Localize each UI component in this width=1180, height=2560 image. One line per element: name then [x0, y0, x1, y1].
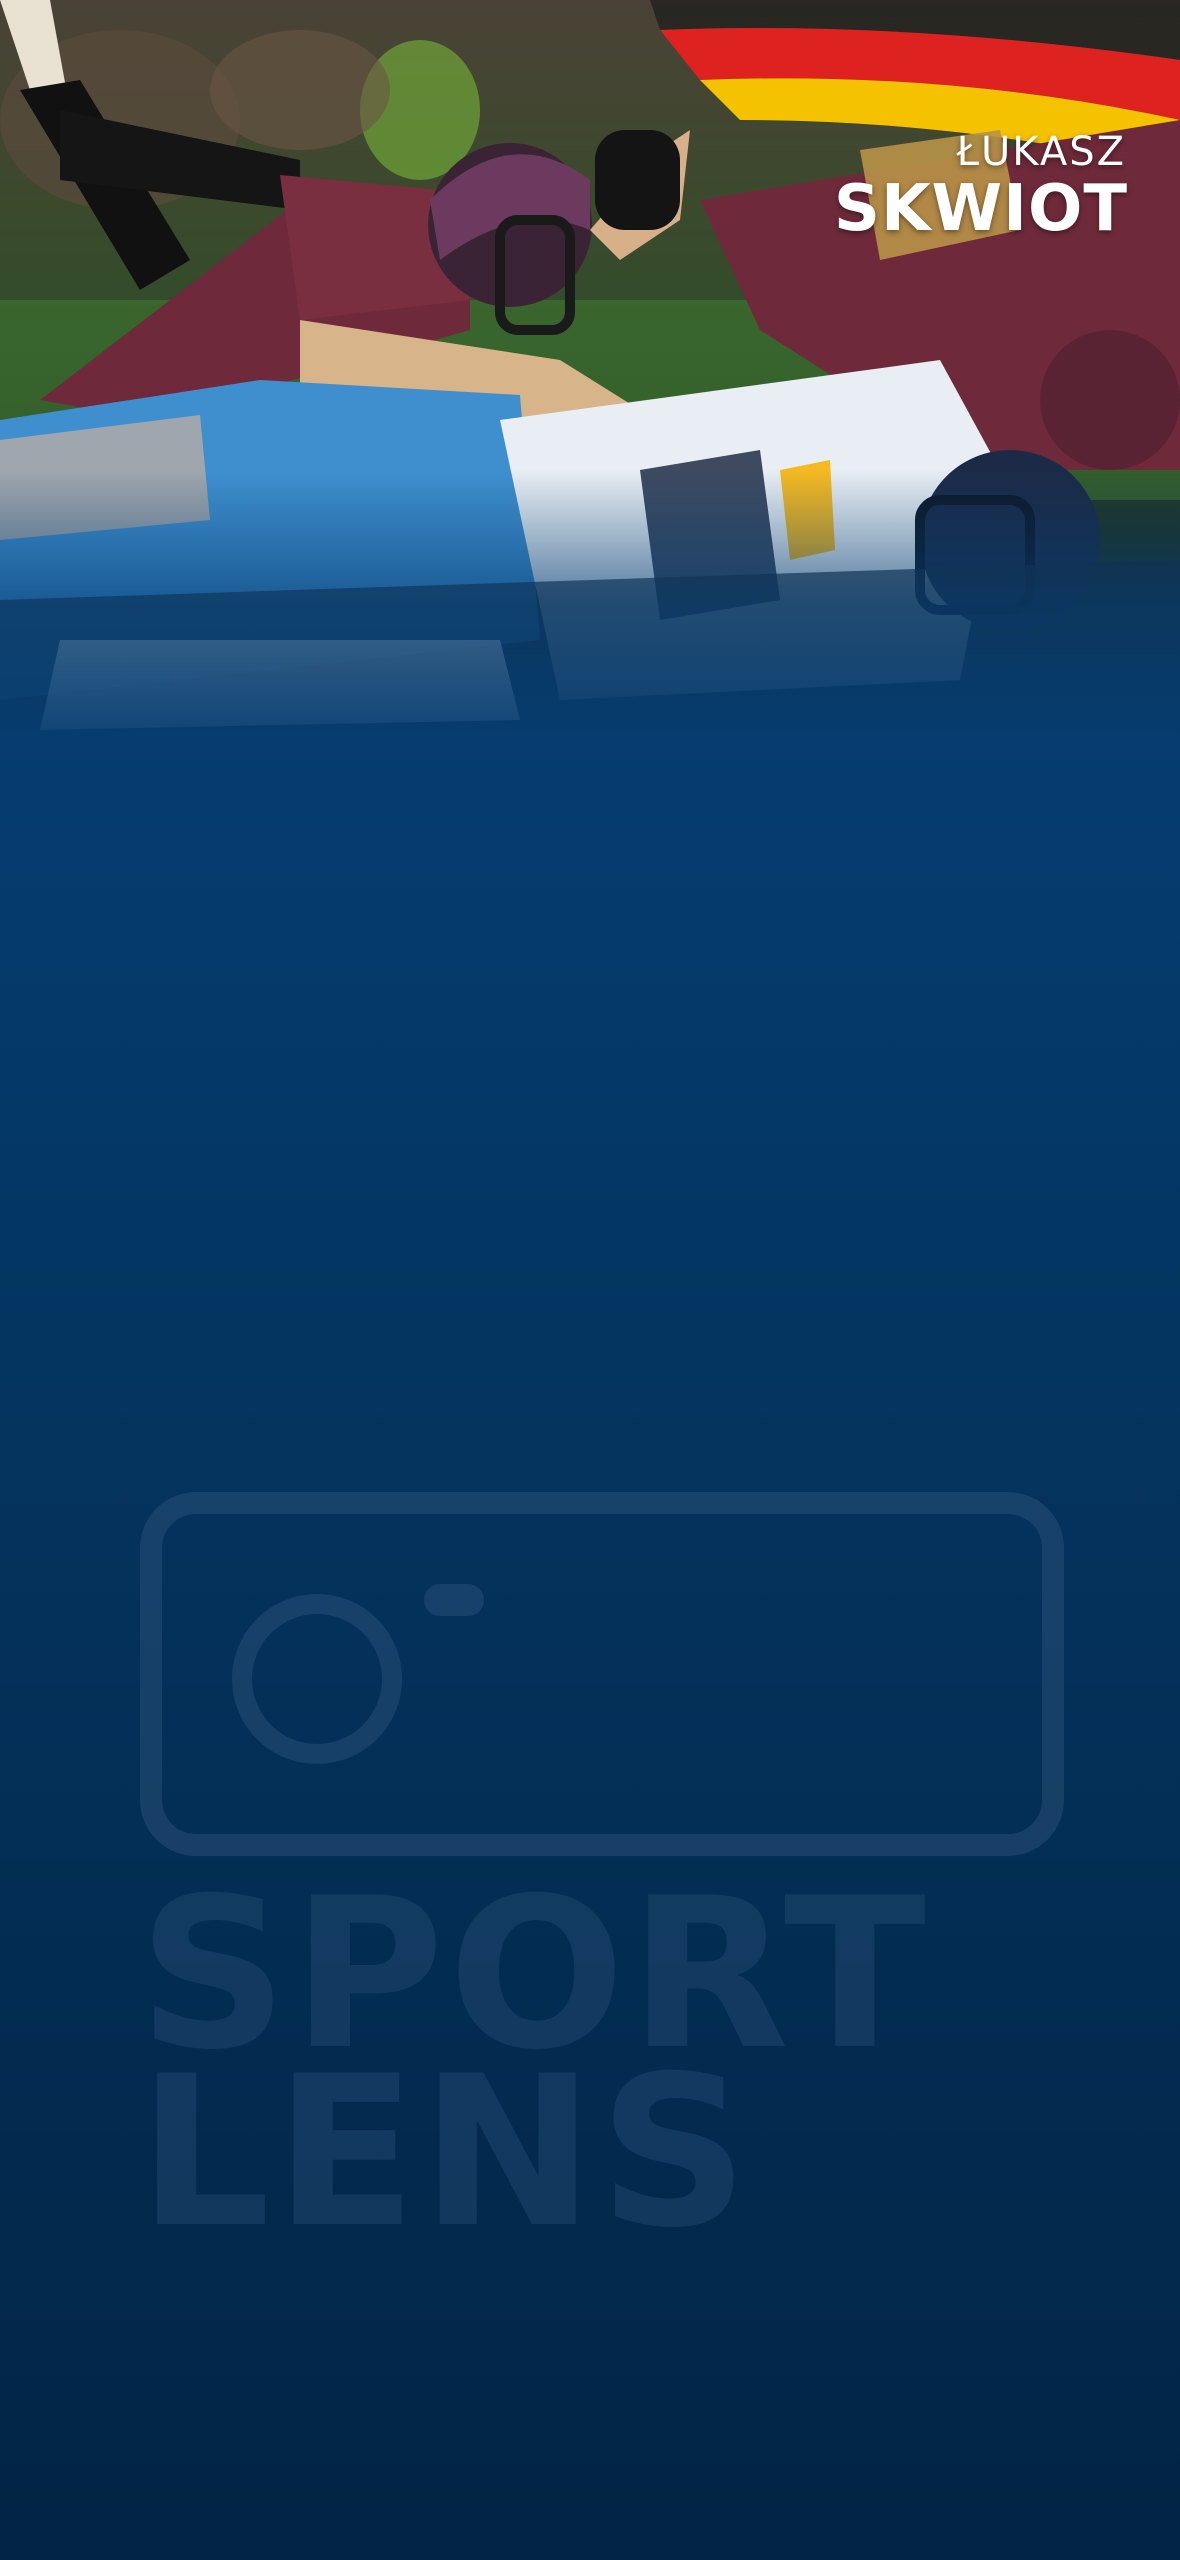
camera-lens-icon	[232, 1594, 402, 1764]
hero-fade-overlay	[0, 470, 1180, 760]
hero-photo	[0, 0, 1180, 760]
photographer-first-name: ŁUKASZ	[956, 129, 1126, 175]
watermark-line-2: LENS	[138, 2032, 753, 2274]
photographer-credit: ŁUKASZ SKWIOT	[834, 130, 1128, 244]
sportlens-watermark: SPORT LENS	[138, 1490, 1064, 2274]
camera-icon	[140, 1492, 1064, 1856]
story-canvas: ŁUKASZ SKWIOT SPORT LENS	[0, 0, 1180, 2560]
camera-flash-icon	[424, 1584, 484, 1616]
photographer-last-name: SKWIOT	[833, 172, 1128, 246]
